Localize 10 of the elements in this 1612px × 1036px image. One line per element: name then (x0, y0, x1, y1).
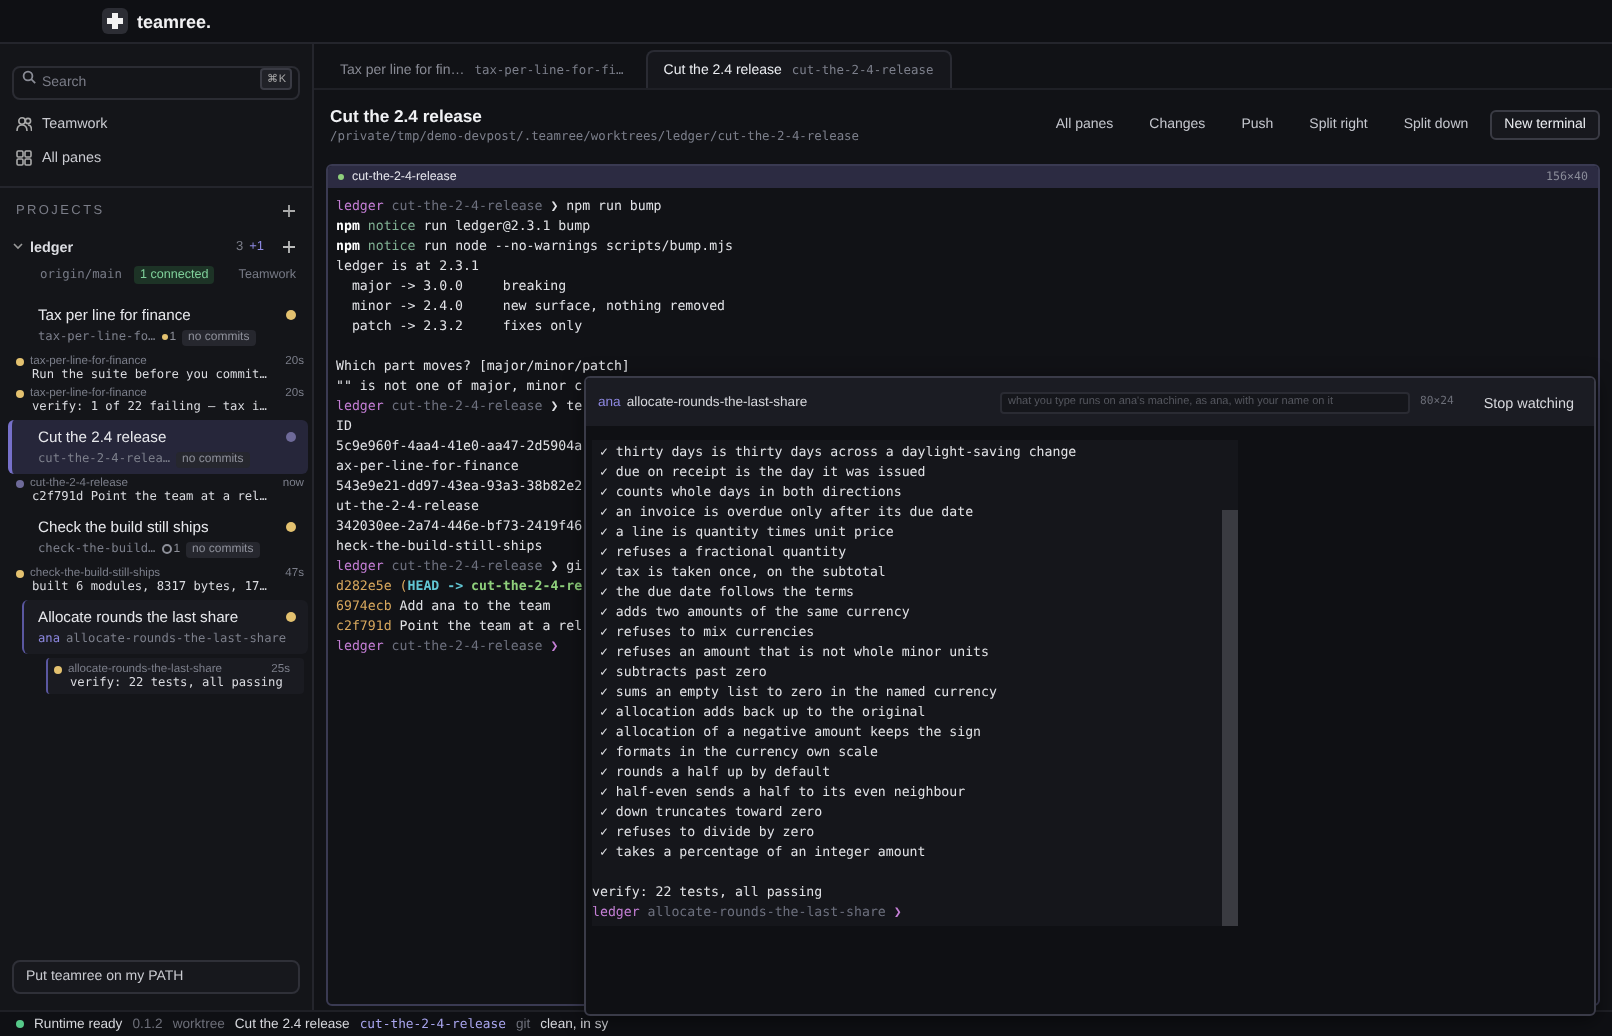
page-title: Cut the 2.4 release (330, 105, 484, 125)
search-icon (22, 70, 36, 84)
add-icon[interactable] (282, 239, 296, 253)
app-name: teamree. (136, 11, 212, 31)
grid-icon (16, 149, 32, 165)
people-icon (16, 115, 32, 131)
logo-icon (102, 8, 129, 34)
add-icon[interactable] (282, 204, 296, 218)
chevron-icon[interactable] (12, 240, 24, 252)
status-dot (338, 174, 344, 180)
